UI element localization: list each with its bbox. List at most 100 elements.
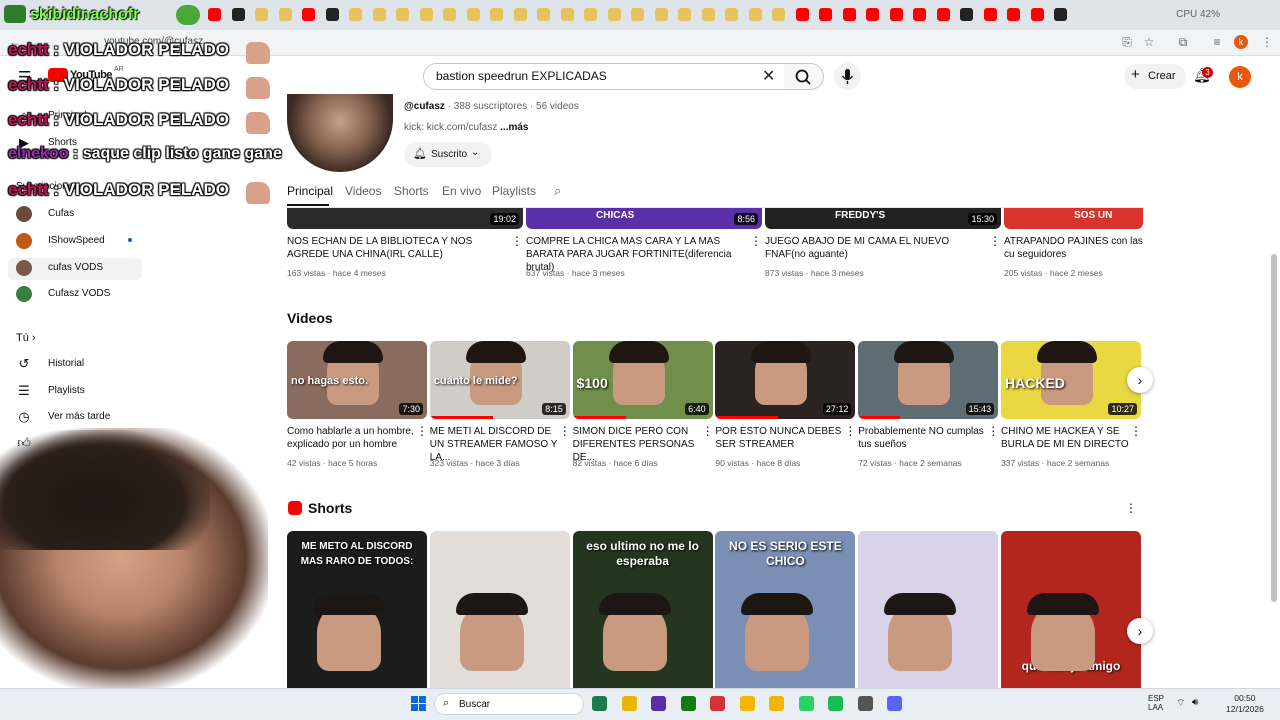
- keyboard-layout[interactable]: LAA: [1148, 703, 1164, 712]
- tab-favicon-icon[interactable]: [889, 8, 903, 21]
- whatsapp-icon[interactable]: [798, 696, 814, 711]
- video-thumbnail[interactable]: 27:12: [715, 341, 856, 419]
- tab-favicon-icon[interactable]: [795, 8, 809, 21]
- language-indicator[interactable]: ESP: [1148, 694, 1164, 703]
- videos-section-title[interactable]: Videos: [287, 310, 333, 326]
- subscription-cufasz-vods[interactable]: Cufasz VODS: [16, 286, 110, 302]
- more-options-icon[interactable]: ⋮: [1130, 424, 1142, 438]
- tab-videos[interactable]: Videos: [345, 184, 381, 198]
- video-title[interactable]: CHINO ME HACKEA Y SE BURLA DE MI EN DIRE…: [1001, 425, 1129, 451]
- tab-favicon-icon[interactable]: [913, 8, 926, 21]
- video-thumbnail[interactable]: CHICAS 8:56: [526, 208, 762, 229]
- tab-favicon-icon[interactable]: [701, 8, 715, 21]
- tab-en-vivo[interactable]: En vivo: [442, 184, 481, 198]
- tab-favicon-icon[interactable]: [631, 8, 644, 21]
- channel-search-icon[interactable]: ⌕: [554, 183, 561, 199]
- search-input[interactable]: bastion speedrun EXPLICADAS: [423, 63, 789, 90]
- tab-favicon-icon[interactable]: [278, 8, 292, 21]
- taskbar-clock[interactable]: 00:50 12/1/2026: [1226, 693, 1264, 715]
- shorts-section-title[interactable]: Shorts: [308, 500, 352, 516]
- tab-shorts[interactable]: Shorts: [394, 184, 429, 198]
- channel-handle[interactable]: @cufasz: [404, 101, 445, 112]
- short-thumbnail[interactable]: que carajo amigo: [1001, 531, 1141, 688]
- browser-menu-icon[interactable]: ⋮: [1260, 35, 1274, 49]
- tab-favicon-icon[interactable]: [1030, 8, 1044, 21]
- sidebar-item-playlists[interactable]: ☰ Playlists: [16, 383, 85, 398]
- video-thumbnail[interactable]: HACKED 10:27: [1001, 341, 1141, 419]
- volume-icon[interactable]: 🔊︎: [1192, 697, 1198, 708]
- search-button[interactable]: [784, 63, 824, 90]
- subscription-cufas-vods[interactable]: cufas VODS: [16, 260, 103, 276]
- tab-favicon-icon[interactable]: [443, 8, 456, 21]
- taskbar-search[interactable]: Buscar: [434, 693, 584, 715]
- tab-favicon-icon[interactable]: [772, 8, 785, 21]
- shorts-more-options-icon[interactable]: ⋮: [1125, 501, 1137, 515]
- tab-favicon-icon[interactable]: [1007, 8, 1020, 21]
- more-options-icon[interactable]: ⋮: [416, 424, 428, 438]
- shorts-next-arrow-icon[interactable]: ›: [1127, 618, 1153, 644]
- channel-avatar-large[interactable]: [287, 94, 393, 172]
- app-icon[interactable]: [592, 696, 607, 711]
- file-explorer-icon[interactable]: [621, 696, 637, 711]
- install-icon[interactable]: ⎘: [1120, 35, 1134, 50]
- tab-favicon-icon[interactable]: [372, 8, 386, 21]
- video-thumbnail[interactable]: cuanto le mide? 8:15: [429, 341, 570, 419]
- tab-favicon-icon[interactable]: [983, 8, 997, 21]
- app-icon[interactable]: [857, 696, 873, 711]
- tab-favicon-icon[interactable]: [419, 8, 433, 21]
- extensions-icon[interactable]: ⧉: [1176, 35, 1190, 50]
- tab-playlists[interactable]: Playlists: [492, 184, 536, 198]
- more-options-icon[interactable]: ⋮: [511, 234, 523, 248]
- tab-favicon-icon[interactable]: [537, 8, 550, 21]
- app-icon[interactable]: [680, 696, 696, 711]
- tab-favicon-icon[interactable]: [1054, 8, 1067, 21]
- tab-favicon-icon[interactable]: [960, 8, 973, 21]
- video-title[interactable]: Como hablarle a un hombre, explicado por…: [287, 425, 415, 451]
- video-thumbnail[interactable]: 15:43: [858, 341, 999, 419]
- tab-favicon-icon[interactable]: [748, 8, 762, 21]
- short-thumbnail[interactable]: eso ultimo no me lo esperaba: [572, 531, 713, 688]
- tab-favicon-icon[interactable]: [466, 8, 480, 21]
- more-options-icon[interactable]: ⋮: [702, 424, 714, 438]
- video-title[interactable]: POR ESTO NUNCA DEBES SER STREAMER: [715, 425, 843, 451]
- chrome-icon[interactable]: [769, 696, 784, 711]
- tab-favicon-icon[interactable]: [584, 8, 597, 21]
- tab-favicon-icon[interactable]: [560, 8, 574, 21]
- video-thumbnail[interactable]: SOS UN: [1004, 208, 1143, 229]
- tab-favicon-icon[interactable]: [678, 8, 691, 21]
- tab-favicon-icon[interactable]: [842, 8, 856, 21]
- video-thumbnail[interactable]: $100 6:40: [572, 341, 713, 419]
- tab-favicon-icon[interactable]: [607, 8, 621, 21]
- video-title[interactable]: NOS ECHAN DE LA BIBLIOTECA Y NOS AGREDE …: [287, 235, 499, 261]
- app-icon[interactable]: [651, 696, 666, 711]
- videos-next-arrow-icon[interactable]: ›: [1127, 367, 1153, 393]
- voice-search-button[interactable]: [834, 63, 861, 90]
- more-options-icon[interactable]: ⋮: [989, 234, 1001, 248]
- system-tray[interactable]: ESP LAA: [1148, 694, 1164, 712]
- video-thumbnail[interactable]: 19:02: [287, 208, 523, 229]
- more-link[interactable]: ...más: [500, 122, 528, 133]
- sidebar-item-historial[interactable]: ↺ Historial: [16, 356, 85, 371]
- you-heading[interactable]: Tú ›: [16, 332, 36, 344]
- tab-favicon-icon[interactable]: [490, 8, 503, 21]
- wifi-icon[interactable]: ⌔: [1176, 697, 1185, 710]
- page-scrollbar[interactable]: [1271, 254, 1277, 602]
- account-avatar[interactable]: k: [1229, 66, 1251, 88]
- tab-favicon-icon[interactable]: [349, 8, 362, 21]
- app-icon[interactable]: [710, 696, 725, 711]
- tab-favicon-icon[interactable]: [654, 8, 668, 21]
- sidebar-item-watch-later[interactable]: ◷ Ver más tarde: [16, 409, 110, 424]
- tab-favicon-icon[interactable]: [255, 8, 268, 21]
- short-thumbnail[interactable]: [858, 531, 999, 688]
- video-title[interactable]: Probablemente NO cumplas tus sueños: [858, 425, 986, 451]
- more-options-icon[interactable]: ⋮: [559, 424, 571, 438]
- clear-search-icon[interactable]: ✕: [762, 66, 775, 86]
- tab-favicon-icon[interactable]: [936, 8, 950, 21]
- subscription-ishowspeed[interactable]: IShowSpeed: [16, 233, 105, 249]
- more-options-icon[interactable]: ⋮: [987, 424, 999, 438]
- tab-principal[interactable]: Principal: [287, 184, 333, 198]
- spotify-icon[interactable]: [828, 696, 843, 711]
- tab-favicon-icon[interactable]: [819, 8, 832, 21]
- tab-favicon-icon[interactable]: [396, 8, 409, 21]
- short-thumbnail[interactable]: NO ES SERIO ESTE CHICO: [715, 531, 856, 688]
